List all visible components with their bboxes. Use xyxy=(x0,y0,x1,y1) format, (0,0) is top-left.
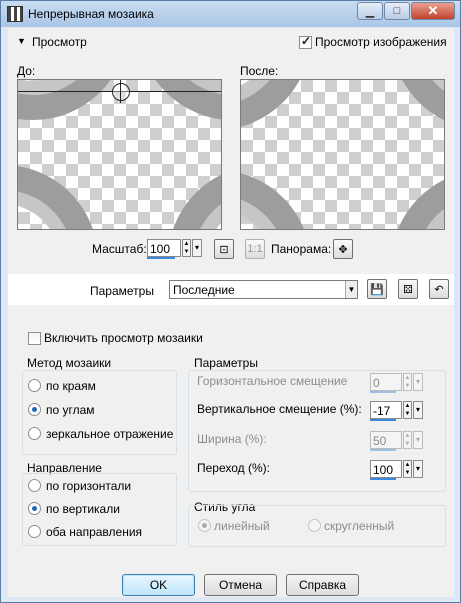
v-offset-label: Вертикальное смещение (%): xyxy=(197,402,362,416)
width-value[interactable]: 50 xyxy=(370,431,402,449)
h-offset-underline xyxy=(370,391,396,393)
show-preview-label: Просмотр изображения xyxy=(315,35,447,49)
pan-label: Панорама: xyxy=(271,242,332,256)
transition-value[interactable]: 100 xyxy=(370,460,402,478)
preview-section-label[interactable]: Просмотр xyxy=(32,35,87,49)
v-offset-spinner[interactable]: -17 ▲ ▼ ▾ xyxy=(370,401,423,421)
corner-radio-linear[interactable] xyxy=(198,519,211,532)
app-icon xyxy=(7,6,23,22)
direction-option-horizontal[interactable]: по горизонтали xyxy=(46,479,131,493)
presets-select[interactable]: Последние ▼ xyxy=(169,280,358,299)
presets-label: Параметры xyxy=(90,284,154,298)
move-arrows-icon: ✥ xyxy=(338,243,348,256)
dropdown-arrow-icon[interactable]: ▼ xyxy=(345,281,357,298)
tile-preview-checkbox[interactable] xyxy=(28,332,41,345)
close-button[interactable]: ✕ xyxy=(411,2,455,20)
before-preview[interactable] xyxy=(17,79,222,230)
v-offset-underline xyxy=(370,419,396,421)
close-icon: ✕ xyxy=(427,3,439,18)
before-label: До: xyxy=(17,64,36,78)
direction-radio-vertical[interactable] xyxy=(28,502,41,515)
width-spinner[interactable]: 50 ▲ ▼ ▾ xyxy=(370,431,423,451)
dice-icon: ⚄ xyxy=(403,283,413,296)
method-group-title: Метод мозаики xyxy=(27,356,112,370)
collapse-triangle-icon[interactable]: ▼ xyxy=(17,36,26,46)
ok-button[interactable]: OK xyxy=(122,574,195,596)
tile-preview-label: Включить просмотр мозаики xyxy=(44,331,203,345)
method-option-mirror[interactable]: зеркальное отражение xyxy=(46,427,173,441)
randomize-button[interactable]: ⚄ xyxy=(398,279,418,299)
dropdown-arrow-icon[interactable]: ▾ xyxy=(192,239,202,257)
crosshair-icon[interactable] xyxy=(112,83,130,101)
spin-arrows-icon[interactable]: ▲ ▼ xyxy=(403,431,412,449)
spin-arrows-icon[interactable]: ▲ ▼ xyxy=(403,460,412,478)
h-offset-label: Горизонтальное смещение xyxy=(197,374,348,388)
zoom-underline xyxy=(147,257,175,259)
direction-option-both[interactable]: оба направления xyxy=(46,525,142,539)
method-option-corners[interactable]: по углам xyxy=(46,403,95,417)
save-icon: 💾 xyxy=(370,283,384,296)
title-bar[interactable]: Непрерывная мозаика ▁ □ ✕ xyxy=(1,1,460,27)
dialog-window: Непрерывная мозаика ▁ □ ✕ ▼ Просмотр Про… xyxy=(0,0,461,603)
params-group-title: Параметры xyxy=(194,356,258,370)
method-radio-mirror[interactable] xyxy=(28,427,41,440)
h-offset-spinner[interactable]: 0 ▲ ▼ ▾ xyxy=(370,373,423,393)
spin-arrows-icon[interactable]: ▲ ▼ xyxy=(182,239,191,257)
zoom-to-fit-button[interactable]: ⊡ xyxy=(214,239,234,259)
reset-icon: ↶ xyxy=(434,283,444,296)
minimize-icon: ▁ xyxy=(365,5,375,18)
actual-size-icon: 1:1 xyxy=(247,243,263,255)
presets-value: Последние xyxy=(173,283,235,297)
after-label: После: xyxy=(240,64,279,78)
width-underline xyxy=(370,449,396,451)
width-label: Ширина (%): xyxy=(197,432,267,446)
v-offset-value[interactable]: -17 xyxy=(370,401,402,419)
direction-radio-horizontal[interactable] xyxy=(28,479,41,492)
transition-spinner[interactable]: 100 ▲ ▼ ▾ xyxy=(370,460,423,480)
after-preview xyxy=(240,79,445,230)
dialog-body: ▼ Просмотр Просмотр изображения До: Посл… xyxy=(8,28,454,597)
method-radio-edges[interactable] xyxy=(28,379,41,392)
corner-radio-rounded[interactable] xyxy=(308,519,321,532)
dropdown-arrow-icon[interactable]: ▾ xyxy=(413,460,423,478)
direction-radio-both[interactable] xyxy=(28,525,41,538)
actual-size-button[interactable]: 1:1 xyxy=(245,239,265,259)
zoom-fit-icon: ⊡ xyxy=(219,243,229,256)
method-option-edges[interactable]: по краям xyxy=(46,379,96,393)
dropdown-arrow-icon[interactable]: ▾ xyxy=(413,431,423,449)
zoom-label: Масштаб: xyxy=(92,242,147,256)
window-title: Непрерывная мозаика xyxy=(28,7,154,21)
spin-arrows-icon[interactable]: ▲ ▼ xyxy=(403,401,412,419)
transition-underline xyxy=(370,478,396,480)
dropdown-arrow-icon[interactable]: ▾ xyxy=(413,401,423,419)
zoom-value[interactable]: 100 xyxy=(147,239,181,257)
direction-option-vertical[interactable]: по вертикали xyxy=(46,502,120,516)
cancel-button[interactable]: Отмена xyxy=(204,574,277,596)
crosshair-vertical xyxy=(120,80,121,103)
zoom-spinner[interactable]: 100 ▲ ▼ ▾ xyxy=(147,239,207,259)
presets-bar: Параметры Последние ▼ 💾 ⚄ ↶ xyxy=(8,274,454,305)
minimize-button[interactable]: ▁ xyxy=(357,2,383,20)
transition-label: Переход (%): xyxy=(197,461,270,475)
dropdown-arrow-icon[interactable]: ▾ xyxy=(413,373,423,391)
reset-button[interactable]: ↶ xyxy=(429,279,449,299)
h-offset-value[interactable]: 0 xyxy=(370,373,402,391)
pan-button[interactable]: ✥ xyxy=(333,239,353,259)
spin-arrows-icon[interactable]: ▲ ▼ xyxy=(403,373,412,391)
maximize-button[interactable]: □ xyxy=(384,2,410,20)
method-radio-corners[interactable] xyxy=(28,403,41,416)
maximize-icon: □ xyxy=(393,5,401,17)
help-button[interactable]: Справка xyxy=(286,574,359,596)
corner-option-linear[interactable]: линейный xyxy=(214,519,270,533)
corner-option-rounded[interactable]: скругленный xyxy=(324,519,394,533)
preview-arc-shape xyxy=(391,80,444,130)
save-preset-button[interactable]: 💾 xyxy=(367,279,387,299)
show-preview-checkbox[interactable] xyxy=(299,34,312,49)
